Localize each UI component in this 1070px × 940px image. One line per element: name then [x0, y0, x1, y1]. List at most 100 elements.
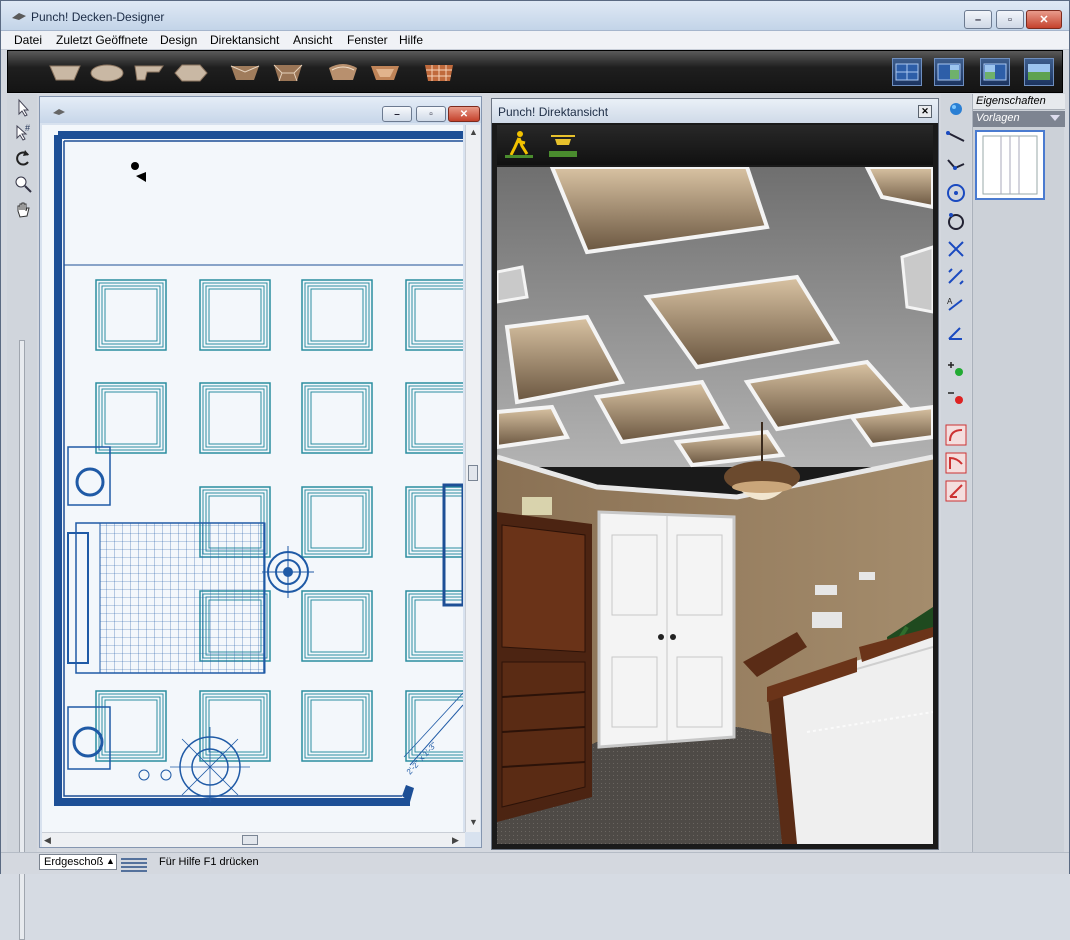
chevron-up-icon: ▲ [106, 856, 115, 866]
menu-design[interactable]: Design [160, 33, 197, 47]
menu-bar: Datei Zuletzt Geöffnete Design Direktans… [1, 31, 1069, 50]
coffer-outline [310, 495, 364, 549]
wall-door-right[interactable] [442, 483, 463, 607]
lamp-top[interactable] [75, 467, 105, 497]
view-close-button[interactable]: ✕ [918, 105, 932, 118]
coffer-outline [307, 696, 367, 756]
horizontal-scroll-thumb[interactable] [242, 835, 258, 845]
floor-plan-drawing: 2'-2" x 1'-3" [54, 131, 463, 806]
coffer-outline [104, 699, 158, 753]
status-bar: Erdgeschoß ▲ Für Hilfe F1 drücken [1, 852, 1069, 874]
coffer-outline [101, 285, 161, 345]
vertical-scroll-thumb[interactable] [468, 465, 478, 481]
lamp-bottom[interactable] [72, 726, 104, 758]
circle-icon[interactable] [945, 210, 967, 232]
plan-3d-split-icon [937, 63, 961, 81]
select-grid-icon[interactable]: # [13, 122, 33, 142]
view-toolbar [497, 125, 933, 165]
step-ceiling-icon[interactable] [132, 60, 166, 84]
octagon-ceiling-icon[interactable] [368, 60, 402, 84]
coffer-outline [304, 693, 370, 759]
arc-corner-icon[interactable] [945, 480, 967, 502]
scroll-left-arrow-icon[interactable]: ◀ [44, 835, 51, 846]
line-icon[interactable] [945, 126, 967, 148]
3d-render-canvas[interactable] [497, 167, 933, 844]
3d-view-button[interactable] [1024, 58, 1054, 86]
plan-minimize-button[interactable]: – [382, 106, 412, 122]
close-button[interactable]: ✕ [1026, 10, 1062, 29]
plan-caption-bar: – ▫ ✕ [40, 97, 481, 123]
coffer-outline [411, 492, 463, 552]
coffer-outline [101, 388, 161, 448]
coffer-outline [98, 693, 164, 759]
sitting-area-symbol[interactable] [138, 727, 250, 802]
angle-dimension-icon[interactable] [945, 322, 967, 344]
properties-panel: Eigenschaften Vorlagen [972, 94, 1065, 852]
fly-mode-icon[interactable] [547, 129, 579, 159]
hex-ceiling-icon[interactable] [174, 60, 208, 84]
dome-ceiling-icon[interactable] [90, 60, 124, 84]
menu-hilfe[interactable]: Hilfe [399, 33, 423, 47]
tray-ceiling-icon[interactable] [48, 60, 82, 84]
add-point-icon[interactable] [945, 358, 967, 380]
camera-position-icon[interactable] [131, 162, 139, 170]
plan-3d-split-button[interactable] [934, 58, 964, 86]
bed-wireframe[interactable] [67, 522, 266, 674]
scroll-down-arrow-icon[interactable]: ▼ [469, 817, 478, 827]
floor-selector[interactable]: Erdgeschoß ▲ [39, 854, 117, 870]
coffer-grid-icon[interactable] [422, 60, 456, 84]
coffer-outline [307, 285, 367, 345]
menu-ansicht[interactable]: Ansicht [293, 33, 332, 47]
floor-plan-canvas[interactable]: 2'-2" x 1'-3" [42, 125, 463, 832]
zoom-icon[interactable] [13, 174, 33, 194]
coffer-outline [408, 385, 463, 451]
hip-ceiling-icon[interactable] [271, 60, 305, 84]
plan-vertical-scrollbar[interactable]: ▲ ▼ [465, 125, 480, 832]
plan-horizontal-scrollbar[interactable]: ◀ ▶ [42, 832, 465, 847]
3d-plan-split-button[interactable] [980, 58, 1010, 86]
polyline-icon[interactable] [945, 154, 967, 176]
coffer-outline [310, 288, 364, 342]
arc-tool-icon[interactable] [945, 424, 967, 446]
menu-zuletzt-geoeffnete[interactable]: Zuletzt Geöffnete [56, 33, 148, 47]
chevron-down-icon[interactable] [1050, 115, 1060, 121]
template-thumbnail[interactable] [975, 130, 1045, 200]
tab-eigenschaften[interactable]: Eigenschaften [973, 94, 1065, 110]
circle-center-icon[interactable] [945, 182, 967, 204]
sphere-icon[interactable] [945, 98, 967, 120]
left-strip-slider[interactable] [19, 340, 25, 940]
cross-icon[interactable] [945, 238, 967, 260]
menu-datei[interactable]: Datei [14, 33, 42, 47]
barrel-ceiling-icon[interactable] [326, 60, 360, 84]
rotate-icon[interactable] [13, 148, 33, 168]
text-dimension-icon[interactable]: A [945, 294, 967, 316]
bay-window-symbol[interactable]: 2'-2" x 1'-3" [403, 692, 463, 776]
light-switch [812, 612, 842, 628]
curve-tool-icon[interactable] [945, 452, 967, 474]
menu-fenster[interactable]: Fenster [347, 33, 388, 47]
plan-view-button[interactable] [892, 58, 922, 86]
coffer-outline [98, 282, 164, 348]
maximize-button[interactable]: ▫ [996, 10, 1024, 29]
coffer-outline [414, 495, 463, 549]
scroll-right-arrow-icon[interactable]: ▶ [452, 835, 459, 846]
tab-vorlagen[interactable]: Vorlagen [973, 111, 1065, 127]
walk-mode-icon[interactable] [503, 129, 535, 159]
coffer-outline [304, 385, 370, 451]
menu-direktansicht[interactable]: Direktansicht [210, 33, 279, 47]
camera-direction-icon[interactable] [136, 172, 146, 182]
thermostat [815, 585, 837, 595]
pan-hand-icon[interactable] [13, 200, 33, 220]
scroll-up-arrow-icon[interactable]: ▲ [469, 127, 478, 137]
pyramid-ceiling-icon[interactable] [228, 60, 262, 84]
minimize-button[interactable]: – [964, 10, 992, 29]
plan-view-icon [895, 63, 919, 81]
dimension-icon[interactable] [945, 266, 967, 288]
coffer-outline [208, 288, 262, 342]
coffer-outline [411, 388, 463, 448]
plan-maximize-button[interactable]: ▫ [416, 106, 446, 122]
select-arrow-icon[interactable] [13, 98, 33, 118]
plan-close-button[interactable]: ✕ [448, 106, 480, 122]
layers-icon[interactable] [119, 854, 149, 872]
remove-point-icon[interactable] [945, 386, 967, 408]
